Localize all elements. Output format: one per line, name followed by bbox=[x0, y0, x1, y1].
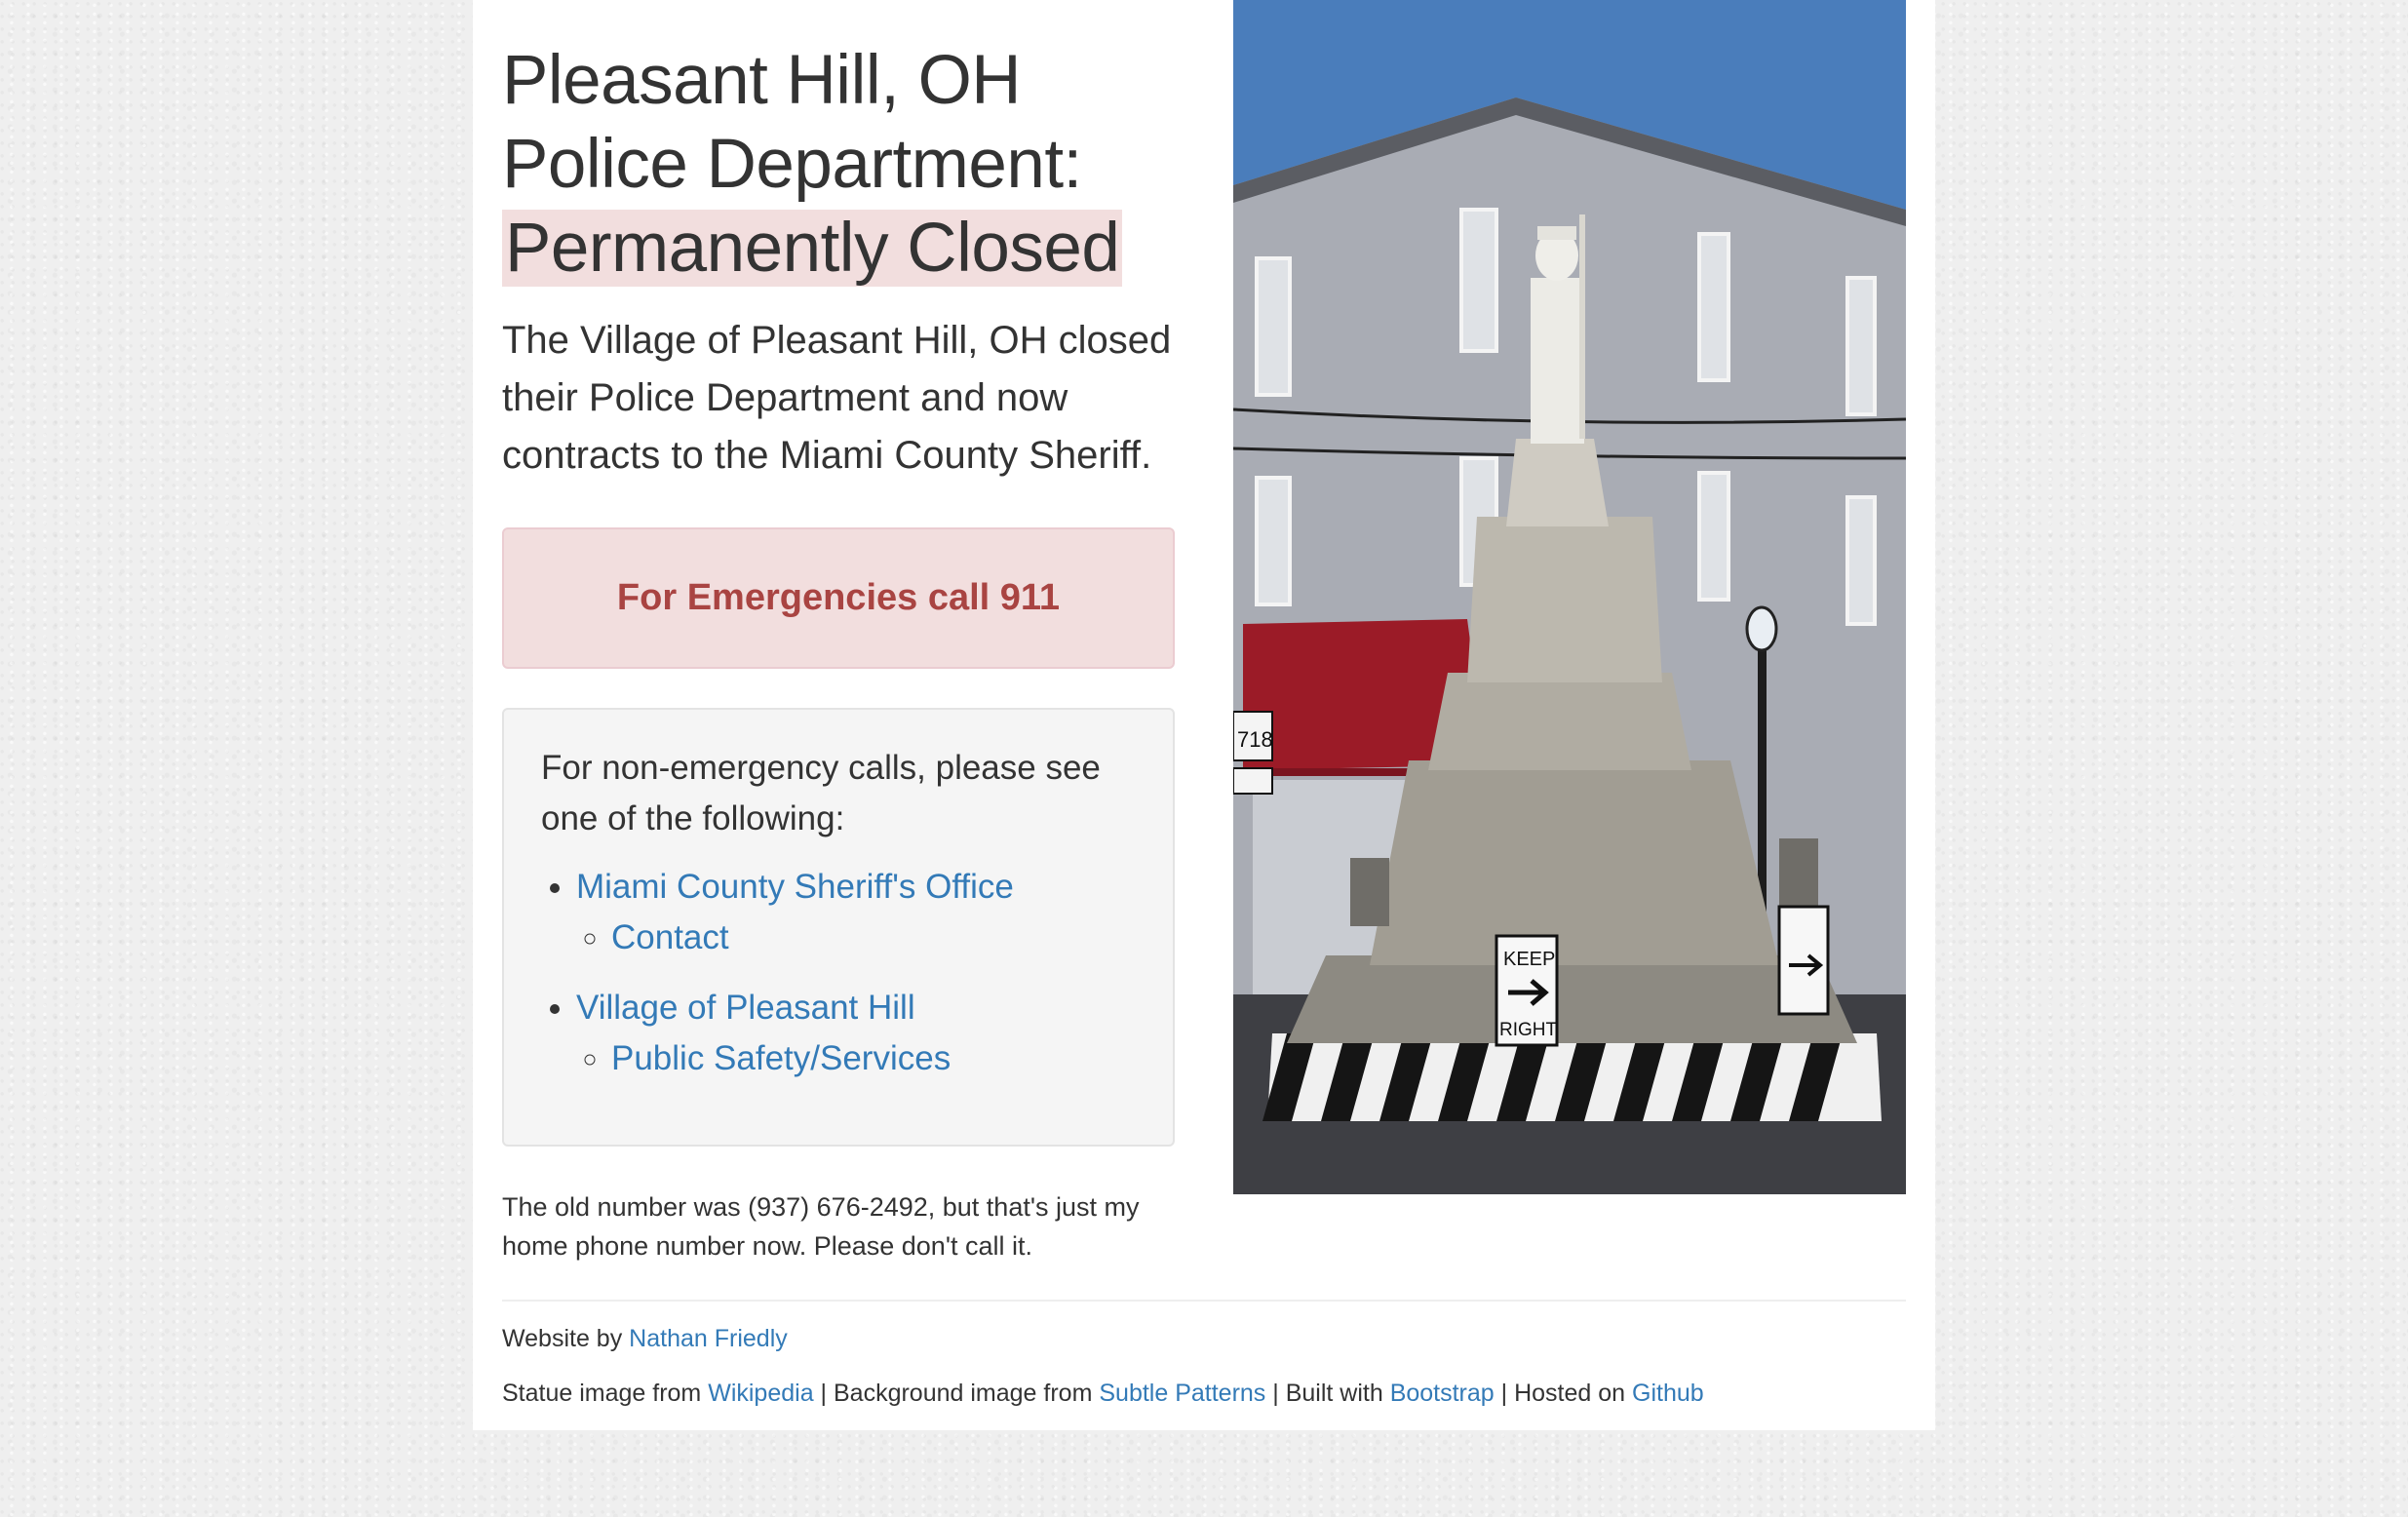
list-item-public-safety: Public Safety/Services bbox=[611, 1033, 1136, 1084]
built-prefix: | Built with bbox=[1272, 1380, 1383, 1407]
page-title: Pleasant Hill, OH Police Department: Per… bbox=[502, 39, 1175, 291]
wikipedia-link[interactable]: Wikipedia bbox=[708, 1380, 813, 1407]
bootstrap-link[interactable]: Bootstrap bbox=[1390, 1380, 1495, 1407]
credit-prefix: Website by bbox=[502, 1325, 623, 1352]
background-prefix: | Background image from bbox=[820, 1380, 1093, 1407]
list-item-contact: Contact bbox=[611, 913, 1136, 963]
title-line-1: Pleasant Hill, OH bbox=[502, 42, 1022, 119]
subtle-patterns-link[interactable]: Subtle Patterns bbox=[1099, 1380, 1265, 1407]
emergency-text: For Emergencies call 911 bbox=[616, 577, 1061, 618]
page-container: Pleasant Hill, OH Police Department: Per… bbox=[473, 0, 1935, 1430]
title-highlight: Permanently Closed bbox=[502, 210, 1123, 287]
keep-sign-top: KEEP bbox=[1503, 949, 1555, 970]
village-link[interactable]: Village of Pleasant Hill bbox=[576, 989, 915, 1027]
sheriff-office-link[interactable]: Miami County Sheriff's Office bbox=[576, 868, 1014, 906]
title-line-2: Police Department: bbox=[502, 126, 1082, 203]
statue-photo: 718 KEEP RIGHT bbox=[1233, 0, 1906, 1194]
footer-credit: Website by Nathan Friedly bbox=[502, 1321, 1906, 1356]
github-link[interactable]: Github bbox=[1632, 1380, 1704, 1407]
sheriff-sub-list: Contact bbox=[576, 913, 1136, 963]
list-item-village: Village of Pleasant Hill Public Safety/S… bbox=[576, 983, 1136, 1084]
sheriff-contact-link[interactable]: Contact bbox=[611, 918, 729, 956]
non-emergency-panel: For non-emergency calls, please see one … bbox=[502, 708, 1175, 1147]
main-column: Pleasant Hill, OH Police Department: Per… bbox=[502, 0, 1175, 1265]
author-link[interactable]: Nathan Friedly bbox=[629, 1325, 788, 1352]
footer-attributions: Statue image from Wikipedia | Background… bbox=[502, 1376, 1906, 1411]
footer: Website by Nathan Friedly Statue image f… bbox=[502, 1300, 1906, 1411]
right-sign-bottom: RIGHT bbox=[1499, 1020, 1558, 1040]
statue-photo-illustration: 718 KEEP RIGHT bbox=[1233, 0, 1906, 1194]
list-item-sheriff: Miami County Sheriff's Office Contact bbox=[576, 862, 1136, 963]
route-sign-text: 718 bbox=[1237, 727, 1273, 752]
lead-paragraph: The Village of Pleasant Hill, OH closed … bbox=[502, 319, 1172, 477]
village-sub-list: Public Safety/Services bbox=[576, 1033, 1136, 1084]
statue-prefix: Statue image from bbox=[502, 1380, 702, 1407]
old-number-note: The old number was (937) 676-2492, but t… bbox=[502, 1192, 1140, 1261]
emergency-alert: For Emergencies call 911 bbox=[502, 527, 1175, 669]
non-emergency-intro: For non-emergency calls, please see one … bbox=[541, 749, 1101, 837]
public-safety-link[interactable]: Public Safety/Services bbox=[611, 1039, 951, 1077]
non-emergency-list: Miami County Sheriff's Office Contact Vi… bbox=[541, 862, 1136, 1084]
hosted-prefix: | Hosted on bbox=[1500, 1380, 1626, 1407]
